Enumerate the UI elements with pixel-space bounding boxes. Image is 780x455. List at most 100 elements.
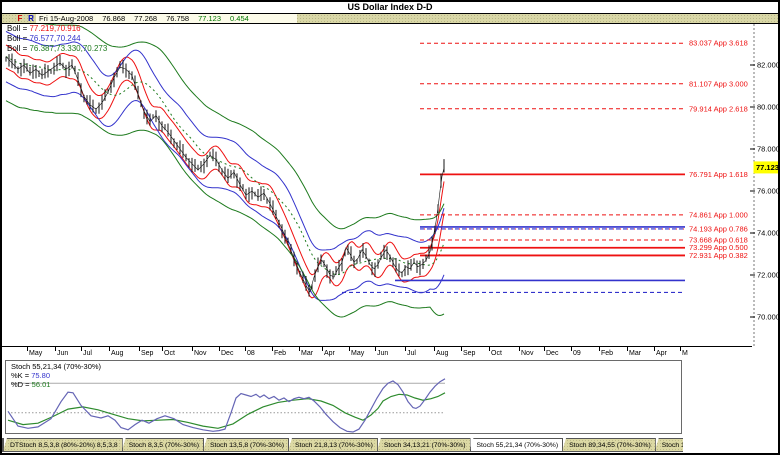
time-axis-tick: [489, 347, 490, 351]
indicator-tab-0[interactable]: DTStoch 8,5,3,8 (80%-20%) 8,5,3,8: [3, 438, 123, 451]
current-price-tag: 77.123: [753, 161, 779, 174]
time-axis-label: Mar: [629, 350, 642, 357]
time-axis-label: Jul: [407, 350, 416, 357]
svg-text:83.037 App 3.618: 83.037 App 3.618: [689, 39, 748, 48]
time-axis-label: Nov: [194, 350, 207, 357]
time-axis: May Jun Jul Aug Sep Oct Nov Dec 08 Feb Mar Apr May Ju…: [2, 346, 778, 360]
time-axis-tick: [272, 347, 273, 351]
indicator-tab-4[interactable]: Stoch 34,13,21 (70%-30%): [376, 438, 471, 451]
time-axis-label: 08: [247, 350, 255, 357]
stoch-d-readout: %D = 56.01: [11, 380, 51, 389]
indicator-tab-7[interactable]: Stoch 144,55,89 (70%-30%): [654, 438, 683, 451]
time-axis-label: May: [351, 350, 365, 357]
time-axis-tick: [192, 347, 193, 351]
time-axis-label: Sep: [463, 350, 476, 357]
indicator-tab-6[interactable]: Stoch 89,34,55 (70%-30%): [562, 438, 656, 451]
time-axis-tick: [55, 347, 56, 351]
time-axis-label: Mar: [301, 350, 314, 357]
time-axis-tick: [544, 347, 545, 351]
svg-text:76.000: 76.000: [757, 187, 780, 196]
time-axis-label: Dec: [221, 350, 234, 357]
boll-readout-3: Boll = 76.387,73.330,70.273: [7, 44, 108, 53]
time-axis-tick: [219, 347, 220, 351]
time-axis-label: Nov: [521, 350, 534, 357]
time-axis-label: M: [682, 350, 688, 357]
time-axis-tick: [375, 347, 376, 351]
svg-text:81.107 App 3.000: 81.107 App 3.000: [689, 79, 748, 88]
stoch-title: Stoch 55,21,34 (70%-30%): [11, 362, 102, 371]
svg-text:76.791 App 1.618: 76.791 App 1.618: [689, 170, 748, 179]
main-price-chart[interactable]: 83.037 App 3.618 81.107 App 3.000 79.914 A…: [2, 24, 780, 346]
time-axis-label: Apr: [324, 350, 335, 357]
svg-text:74.193 App 0.786: 74.193 App 0.786: [689, 224, 748, 233]
quote-open: 76.868: [102, 14, 126, 23]
stoch-d-line: [7, 392, 446, 429]
time-axis-label: Feb: [601, 350, 614, 357]
time-axis-label: Apr: [656, 350, 667, 357]
quote-low: 76.758: [166, 14, 190, 23]
time-axis-tick: [571, 347, 572, 351]
chart-window: US Dollar Index D-D F R Fri 15-Aug-2008 7…: [0, 0, 780, 455]
svg-text:70.000: 70.000: [757, 313, 780, 322]
svg-text:74.861 App 1.000: 74.861 App 1.000: [689, 210, 748, 219]
time-axis-tick: [405, 347, 406, 351]
bollinger-readouts: Boll = 77.219,70.916 Boll = 76.577,70.24…: [7, 24, 107, 54]
time-axis-tick: [680, 347, 681, 351]
svg-text:80.000: 80.000: [757, 103, 780, 112]
quote-change: 0.454: [230, 14, 249, 23]
svg-text:78.000: 78.000: [757, 145, 780, 154]
quote-high: 77.268: [134, 14, 158, 23]
indicator-tab-3[interactable]: Stoch 21,8,13 (70%-30%): [288, 438, 378, 451]
svg-text:82.000: 82.000: [757, 61, 780, 70]
boll-readout-1: Boll = 77.219,70.916: [7, 24, 81, 33]
svg-text:74.000: 74.000: [757, 229, 780, 238]
time-axis-label: Aug: [436, 350, 449, 357]
time-axis-tick: [654, 347, 655, 351]
time-axis-tick: [599, 347, 600, 351]
time-axis-label: Oct: [164, 350, 175, 357]
time-axis-tick: [349, 347, 350, 351]
window-title: US Dollar Index D-D: [2, 2, 778, 13]
time-axis-tick: [109, 347, 110, 351]
time-axis-label: Jul: [83, 350, 92, 357]
toolbar: F R Fri 15-Aug-2008 76.868 77.268 76.758 77.…: [2, 13, 778, 24]
svg-text:72.931 App 0.382: 72.931 App 0.382: [689, 251, 748, 260]
stoch-k-readout: %K = 75.80: [11, 371, 51, 380]
indicator-tab-2[interactable]: Stoch 13,5,8 (70%-30%): [202, 438, 290, 451]
time-axis-label: Oct: [491, 350, 502, 357]
time-axis-tick: [81, 347, 82, 351]
indicator-tab-5[interactable]: Stoch 55,21,34 (70%-30%): [469, 438, 564, 451]
time-axis-line: [2, 346, 752, 347]
time-axis-tick: [322, 347, 323, 351]
time-axis-label: Jun: [377, 350, 389, 357]
time-axis-tick: [299, 347, 300, 351]
time-axis-label: Feb: [274, 350, 287, 357]
time-axis-tick: [245, 347, 246, 351]
time-axis-tick: [27, 347, 28, 351]
time-axis-tick: [461, 347, 462, 351]
price-series: [5, 53, 445, 297]
time-axis-label: 09: [573, 350, 581, 357]
boll-readout-2: Boll = 76.577,70.244: [7, 34, 81, 43]
time-axis-label: Aug: [111, 350, 124, 357]
time-axis-label: May: [29, 350, 43, 357]
quote-close: 77.123: [198, 14, 222, 23]
indicator-tab-bar: DTStoch 8,5,3,8 (80%-20%) 8,5,3,8 Stoch 8…: [2, 436, 683, 452]
time-axis-tick: [519, 347, 520, 351]
f-button[interactable]: F: [15, 14, 25, 23]
time-axis-tick: [162, 347, 163, 351]
stochastic-chart[interactable]: [6, 361, 681, 433]
svg-text:79.914 App 2.618: 79.914 App 2.618: [689, 104, 748, 113]
time-axis-tick: [627, 347, 628, 351]
quote-field[interactable]: Fri 15-Aug-2008 76.868 77.268 76.758 77.123 0…: [36, 14, 297, 23]
time-axis-tick: [434, 347, 435, 351]
time-axis-tick: [139, 347, 140, 351]
svg-text:72.000: 72.000: [757, 271, 780, 280]
time-axis-label: Dec: [546, 350, 559, 357]
r-button[interactable]: R: [26, 14, 36, 23]
quote-date: Fri 15-Aug-2008: [39, 14, 94, 23]
time-axis-label: Jun: [57, 350, 69, 357]
indicator-tab-1[interactable]: Stoch 8,3,5 (70%-30%): [121, 438, 204, 451]
stochastic-panel[interactable]: Stoch 55,21,34 (70%-30%) %K = 75.80 %D =…: [5, 360, 682, 434]
svg-text:77.123: 77.123: [756, 163, 779, 172]
